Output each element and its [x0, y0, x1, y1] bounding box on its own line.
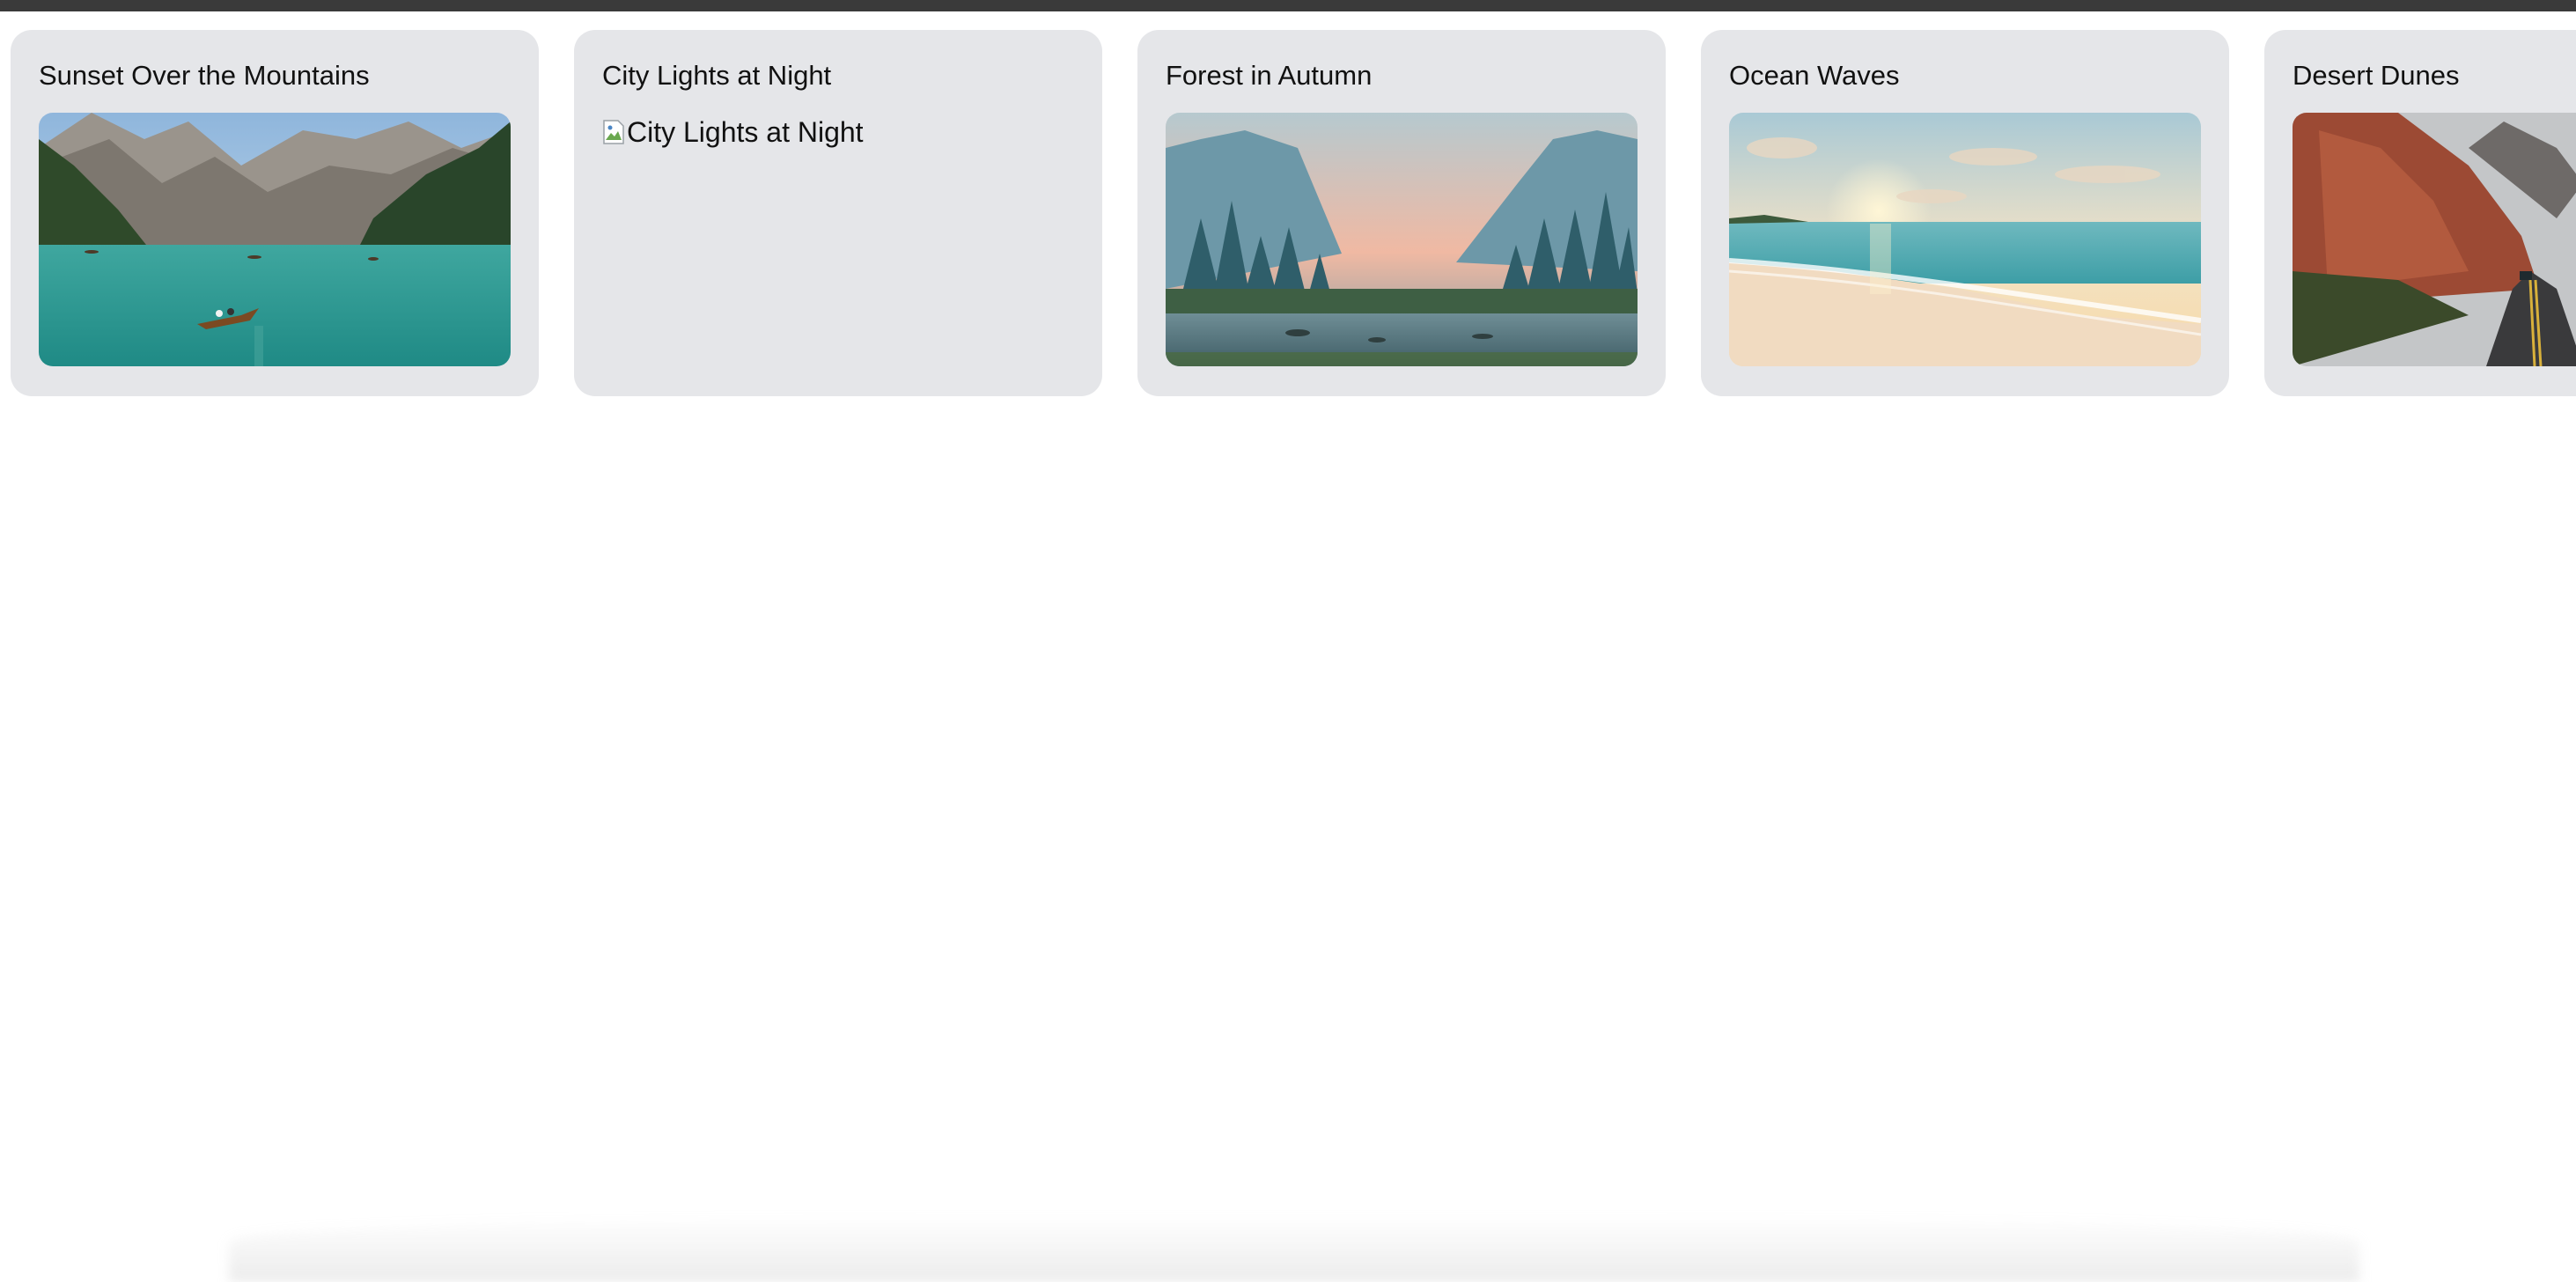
card-image-forest-valley — [1166, 113, 1638, 366]
card-image-broken: City Lights at Night — [602, 113, 1074, 151]
card-desert-dunes[interactable]: Desert Dunes — [2264, 30, 2576, 396]
card-title: Forest in Autumn — [1166, 60, 1373, 91]
card-carousel[interactable]: Sunset Over the Mountains City Lights at… — [11, 30, 2576, 396]
card-image-desert-road — [2293, 113, 2576, 366]
card-image-beach-sunset — [1729, 113, 2201, 366]
card-image-mountain-lake — [39, 113, 511, 366]
card-sunset-over-the-mountains[interactable]: Sunset Over the Mountains — [11, 30, 539, 396]
card-title: Desert Dunes — [2293, 60, 2460, 91]
broken-image-icon — [602, 119, 625, 145]
card-ocean-waves[interactable]: Ocean Waves — [1701, 30, 2229, 396]
card-title: Sunset Over the Mountains — [39, 60, 370, 91]
card-forest-in-autumn[interactable]: Forest in Autumn — [1137, 30, 1666, 396]
card-city-lights-at-night[interactable]: City Lights at Night City Lights at Nigh… — [574, 30, 1102, 396]
bottom-shadow — [229, 1215, 2359, 1282]
broken-image-alt-text: City Lights at Night — [627, 115, 864, 148]
browser-top-bar — [0, 0, 2576, 11]
card-title: City Lights at Night — [602, 60, 832, 91]
card-title: Ocean Waves — [1729, 60, 1900, 91]
